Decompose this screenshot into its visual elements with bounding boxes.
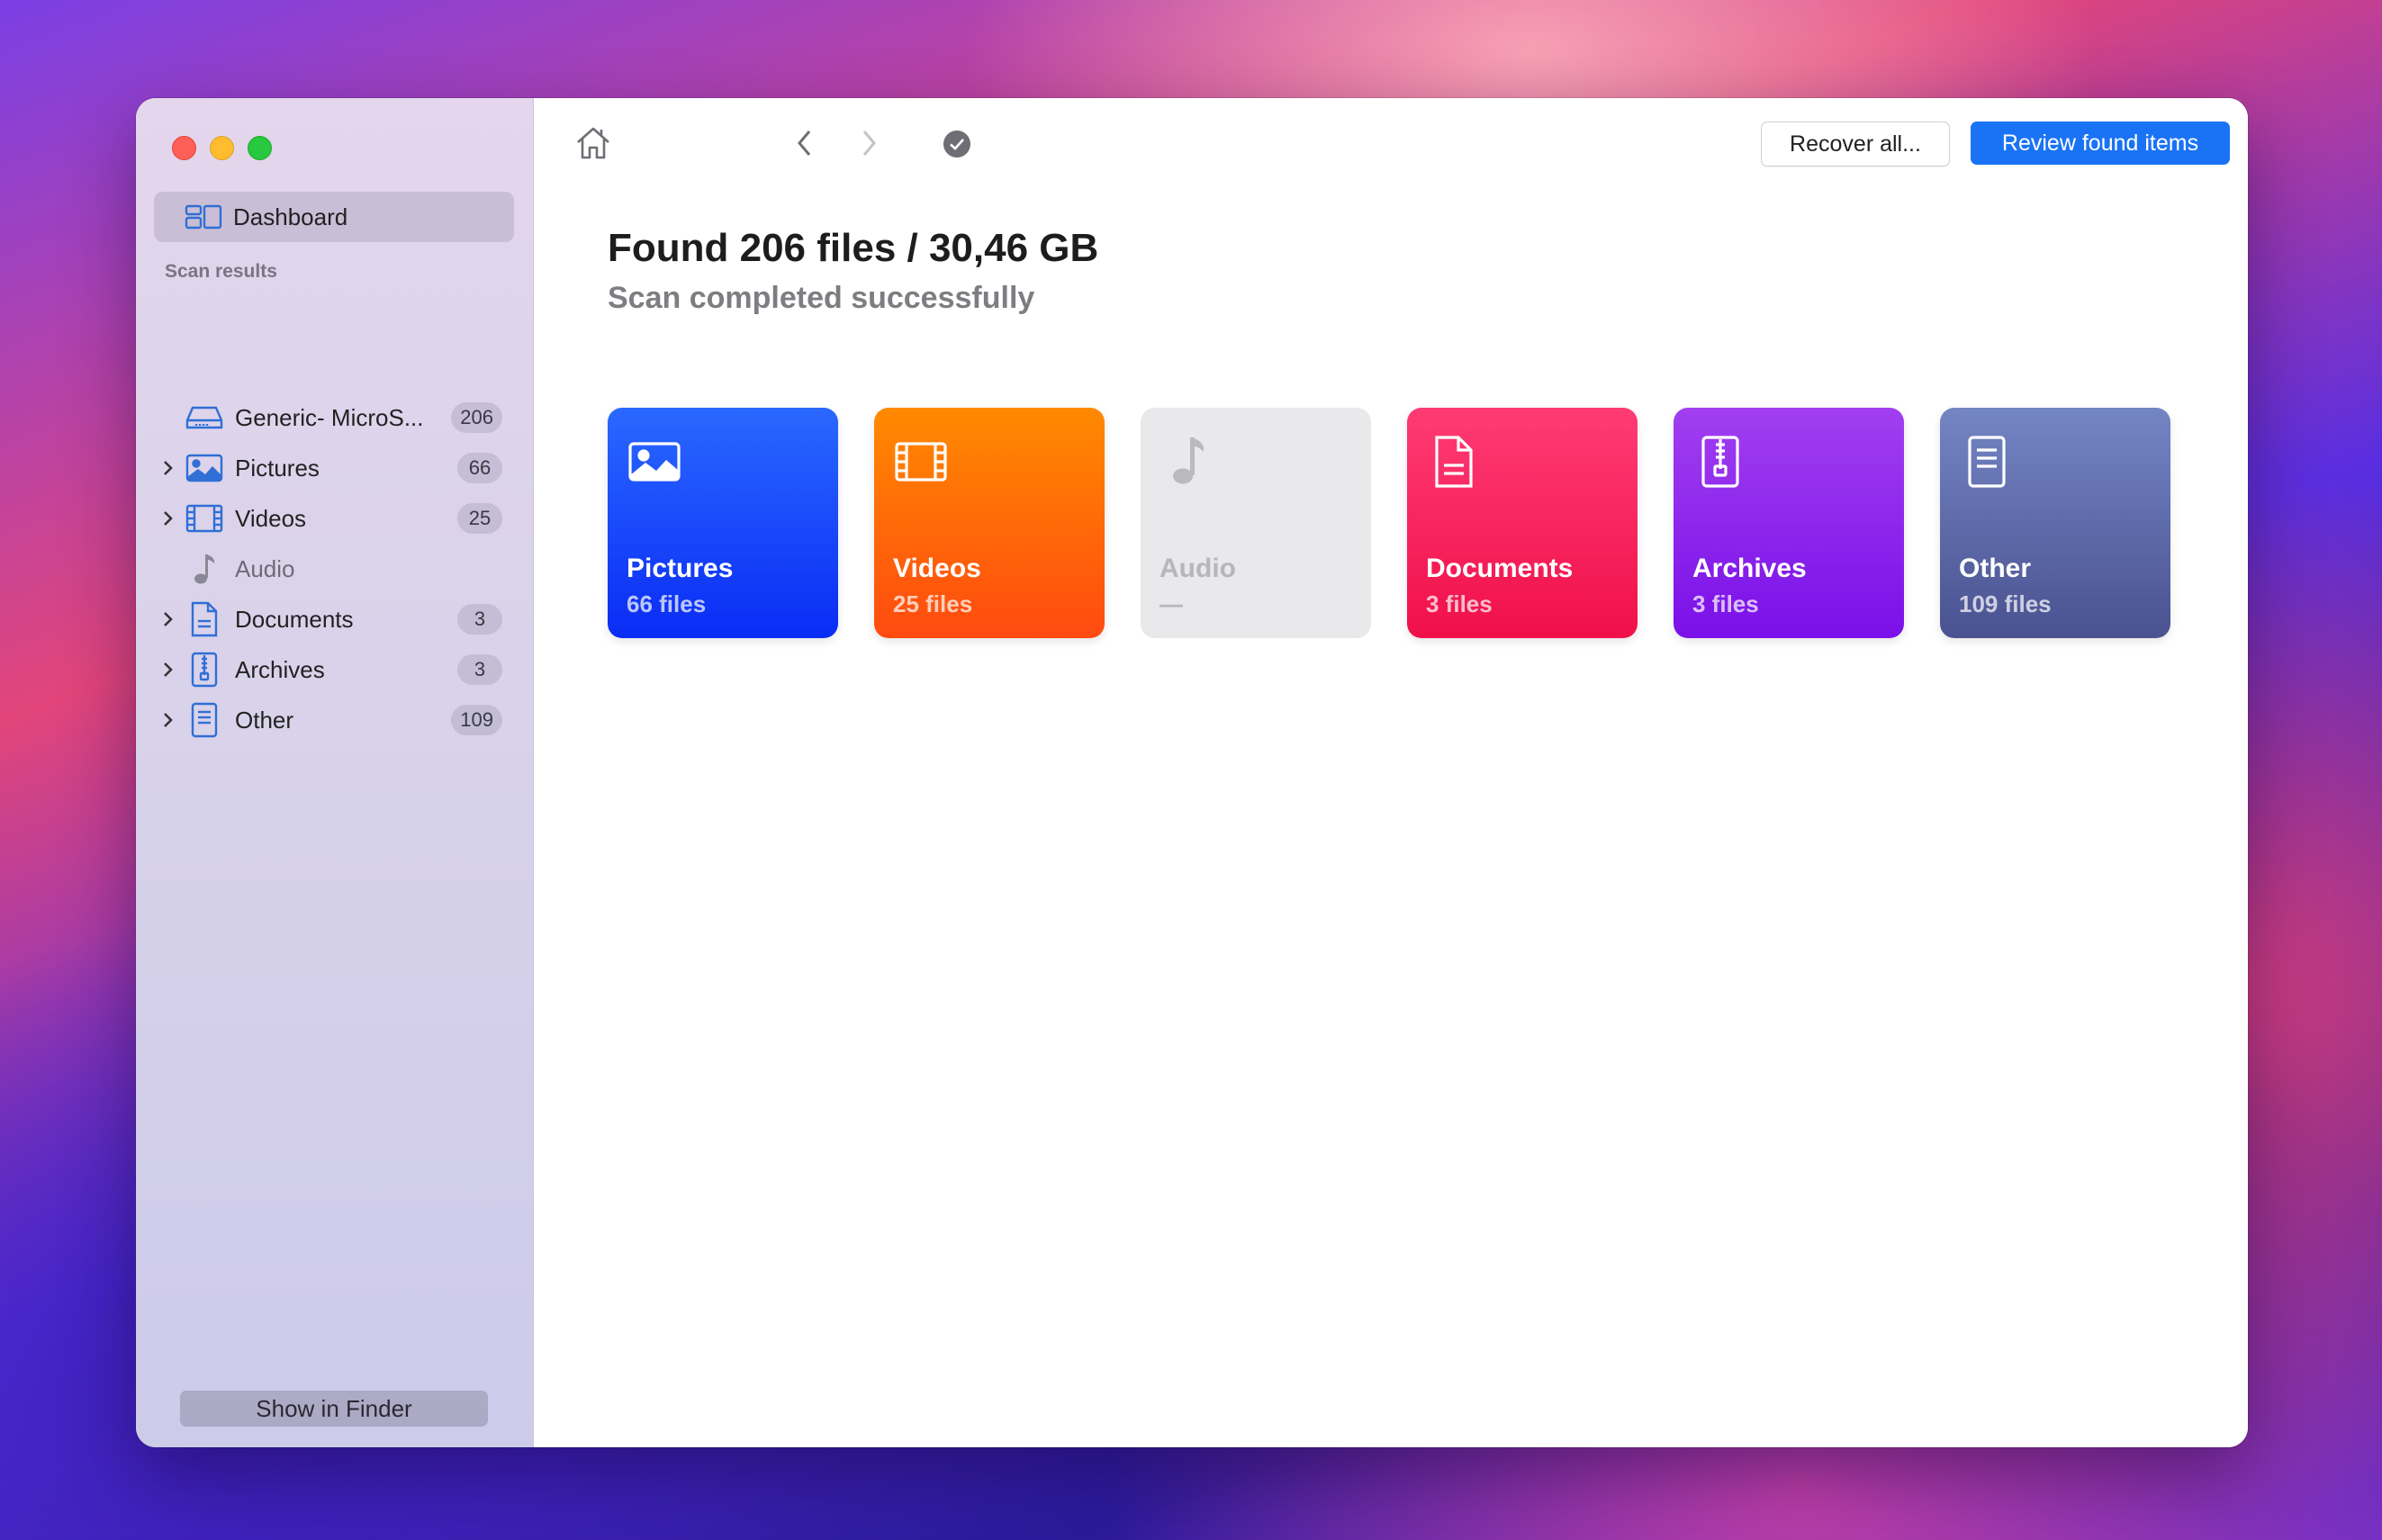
- tile-count: 3 files: [1426, 590, 1493, 617]
- sidebar-item-label: Audio: [235, 554, 295, 582]
- chevron-right-icon[interactable]: [161, 459, 176, 477]
- maximize-window-button[interactable]: [248, 136, 272, 160]
- pictures-icon: [628, 442, 681, 482]
- tile-name: Archives: [1692, 554, 1807, 583]
- tile-count: —: [1159, 590, 1183, 617]
- archive-icon: [185, 652, 224, 688]
- count-badge: 3: [457, 654, 502, 685]
- tile-other[interactable]: Other 109 files: [1940, 408, 2170, 638]
- music-note-icon: [1173, 437, 1204, 484]
- close-window-button[interactable]: [172, 136, 196, 160]
- minimize-window-button[interactable]: [210, 136, 234, 160]
- tile-count: 109 files: [1959, 590, 2052, 617]
- pictures-icon: [185, 450, 224, 486]
- sidebar-item-videos[interactable]: Videos 25: [136, 495, 533, 542]
- sidebar-item-label: Documents: [235, 605, 354, 633]
- sidebar-item-audio[interactable]: Audio: [136, 545, 533, 592]
- sidebar-item-documents[interactable]: Documents 3: [136, 596, 533, 643]
- scan-results-heading: Scan results: [165, 261, 277, 282]
- scan-status-text: Scan completed successfully: [608, 281, 1035, 315]
- recover-all-button[interactable]: Recover all...: [1761, 122, 1950, 167]
- count-badge: 66: [457, 453, 502, 483]
- tile-name: Other: [1959, 554, 2032, 583]
- tile-name: Audio: [1159, 554, 1236, 583]
- tile-count: 25 files: [893, 590, 973, 617]
- home-icon[interactable]: [573, 125, 613, 161]
- tile-documents[interactable]: Documents 3 files: [1407, 408, 1638, 638]
- other-file-icon: [185, 702, 224, 738]
- other-file-icon: [1968, 436, 2006, 488]
- tile-pictures[interactable]: Pictures 66 files: [608, 408, 838, 638]
- chevron-left-icon[interactable]: [791, 127, 818, 159]
- archive-icon: [1701, 436, 1739, 488]
- tile-archives[interactable]: Archives 3 files: [1674, 408, 1904, 638]
- tile-count: 66 files: [627, 590, 707, 617]
- count-badge: 206: [451, 402, 502, 433]
- sidebar-item-other[interactable]: Other 109: [136, 697, 533, 743]
- tile-videos[interactable]: Videos 25 files: [874, 408, 1105, 638]
- sidebar-item-archives[interactable]: Archives 3: [136, 646, 533, 693]
- review-found-items-button[interactable]: Review found items: [1971, 122, 2230, 165]
- dashboard-icon: [185, 203, 222, 230]
- document-icon: [1435, 436, 1473, 488]
- chevron-right-icon[interactable]: [855, 127, 882, 159]
- tile-name: Videos: [893, 554, 981, 583]
- tile-count: 3 files: [1692, 590, 1759, 617]
- film-icon: [185, 500, 224, 536]
- document-icon: [185, 601, 224, 637]
- sidebar-item-pictures[interactable]: Pictures 66: [136, 445, 533, 491]
- sidebar-item-drive[interactable]: Generic- MicroS... 206: [136, 394, 533, 441]
- chevron-right-icon[interactable]: [161, 610, 176, 628]
- tile-audio: Audio —: [1141, 408, 1371, 638]
- sidebar-item-label: Generic- MicroS...: [235, 403, 424, 431]
- film-icon: [895, 442, 947, 482]
- app-window: Dashboard Scan results Generic- MicroS..…: [136, 98, 2248, 1447]
- show-in-finder-button[interactable]: Show in Finder: [180, 1391, 488, 1427]
- count-badge: 109: [451, 705, 502, 735]
- chevron-right-icon[interactable]: [161, 661, 176, 679]
- checkmark-circle-icon: [943, 130, 971, 158]
- tile-name: Documents: [1426, 554, 1574, 583]
- sidebar-item-label: Dashboard: [233, 203, 348, 230]
- main-content: Recover all... Review found items Found …: [534, 98, 2248, 1447]
- music-note-icon: [185, 551, 224, 587]
- window-controls: [172, 136, 272, 160]
- sidebar-item-label: Archives: [235, 655, 325, 683]
- sidebar-item-dashboard[interactable]: Dashboard: [154, 192, 514, 242]
- sidebar-item-label: Other: [235, 706, 294, 734]
- sidebar: Dashboard Scan results Generic- MicroS..…: [136, 98, 534, 1447]
- count-badge: 3: [457, 604, 502, 635]
- tile-name: Pictures: [627, 554, 734, 583]
- sidebar-item-label: Videos: [235, 504, 307, 532]
- chevron-right-icon[interactable]: [161, 509, 176, 527]
- chevron-right-icon[interactable]: [161, 711, 176, 729]
- count-badge: 25: [457, 503, 502, 534]
- sidebar-item-label: Pictures: [235, 454, 320, 482]
- drive-icon: [185, 400, 224, 436]
- page-title: Found 206 files / 30,46 GB: [608, 226, 1099, 270]
